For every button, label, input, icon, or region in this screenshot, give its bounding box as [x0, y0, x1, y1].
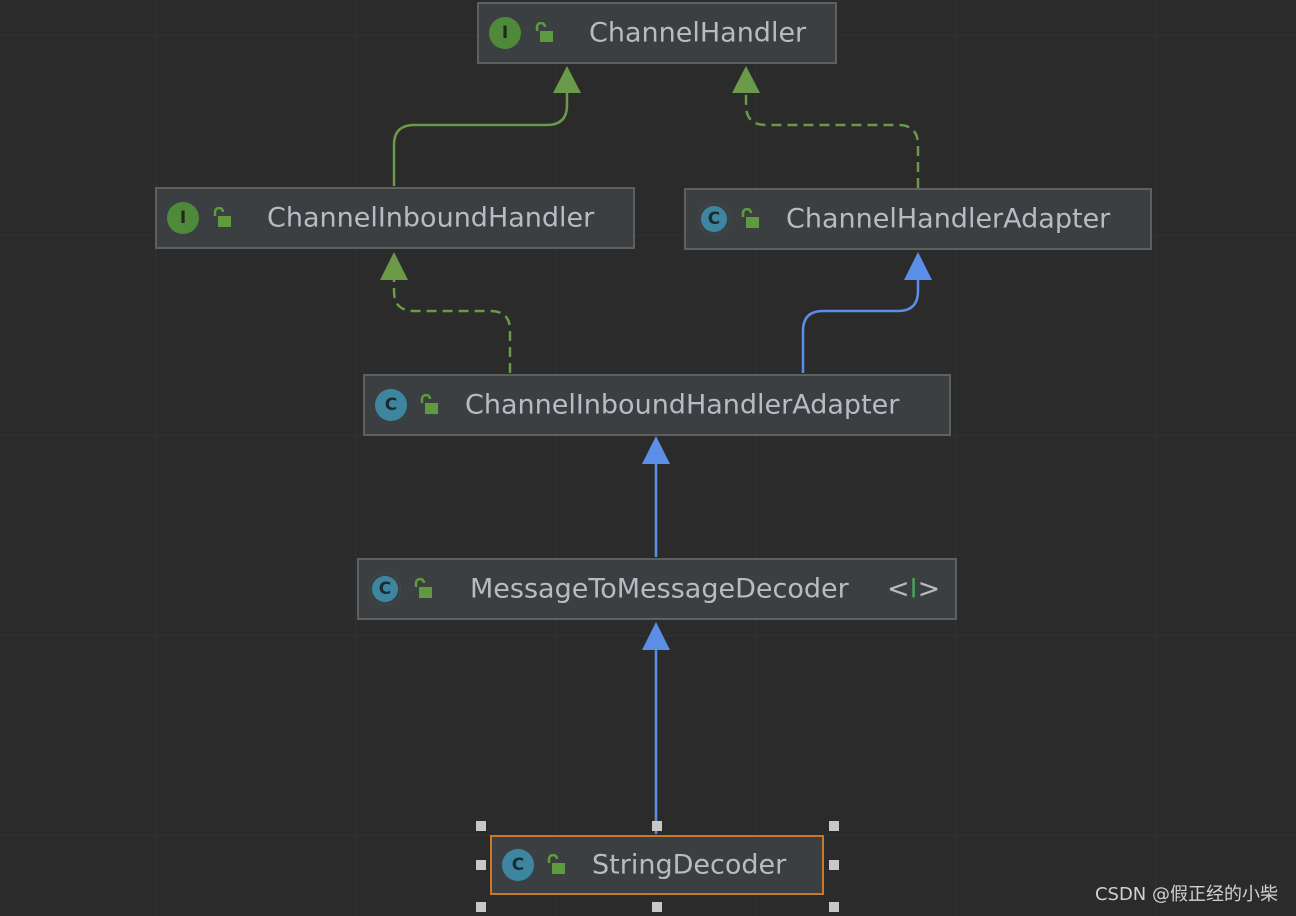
class-icon: C	[375, 389, 407, 421]
arrowhead-inbound-handler	[380, 252, 408, 280]
selection-handle-middle-left[interactable]	[476, 860, 486, 870]
edge-inbound-adapter-to-handler-adapter	[801, 279, 920, 373]
abstract-class-icon: C	[698, 203, 730, 235]
node-label: MessageToMessageDecoder	[470, 573, 849, 605]
type-parameter: <I>	[887, 574, 940, 605]
open-lock-icon	[741, 208, 759, 228]
edge-inbound-handler-to-channel-handler	[392, 92, 569, 186]
node-channel-handler[interactable]: I ChannelHandler	[477, 2, 837, 64]
edges-layer	[380, 66, 932, 834]
node-channel-inbound-handler-adapter[interactable]: C ChannelInboundHandlerAdapter	[363, 374, 951, 436]
interface-icon: I	[489, 17, 521, 49]
arrowhead-handler-adapter	[904, 252, 932, 280]
watermark: CSDN @假正经的小柴	[1094, 884, 1278, 905]
open-lock-icon	[420, 394, 438, 414]
open-lock-icon	[547, 854, 565, 874]
node-label: ChannelInboundHandlerAdapter	[465, 389, 900, 421]
interface-icon: I	[167, 202, 199, 234]
node-label: ChannelHandlerAdapter	[786, 203, 1111, 235]
node-channel-handler-adapter[interactable]: C ChannelHandlerAdapter	[684, 188, 1152, 250]
type-param-open: <	[887, 573, 910, 605]
node-message-to-message-decoder[interactable]: C MessageToMessageDecoder <I>	[357, 558, 957, 620]
type-param-name: I	[909, 573, 918, 605]
node-label: StringDecoder	[592, 849, 787, 881]
open-lock-icon	[213, 207, 231, 227]
type-param-close: >	[917, 573, 941, 605]
selection-handle-middle-right[interactable]	[829, 860, 839, 870]
arrowhead-inbound-adapter	[642, 436, 670, 464]
selection-handle-bottom-center[interactable]	[652, 902, 662, 912]
node-label: ChannelHandler	[589, 17, 807, 49]
open-lock-icon	[414, 578, 432, 598]
arrowhead-message-decoder	[642, 622, 670, 650]
selection-handle-top-center[interactable]	[652, 821, 662, 831]
open-lock-icon	[535, 22, 553, 42]
selection-handle-top-left[interactable]	[476, 821, 486, 831]
node-label: ChannelInboundHandler	[267, 202, 595, 234]
selection-handle-top-right[interactable]	[829, 821, 839, 831]
node-channel-inbound-handler[interactable]: I ChannelInboundHandler	[155, 187, 635, 249]
arrowhead-channel-handler-left	[553, 66, 581, 93]
node-string-decoder[interactable]: C StringDecoder	[490, 835, 824, 895]
selection-handle-bottom-left[interactable]	[476, 902, 486, 912]
arrowhead-channel-handler-right	[732, 66, 760, 93]
abstract-class-icon: C	[369, 573, 401, 605]
class-icon: C	[502, 849, 534, 881]
edge-handler-adapter-to-channel-handler	[744, 92, 920, 188]
edge-inbound-adapter-to-inbound-handler	[392, 279, 512, 373]
selection-handle-bottom-right[interactable]	[829, 902, 839, 912]
